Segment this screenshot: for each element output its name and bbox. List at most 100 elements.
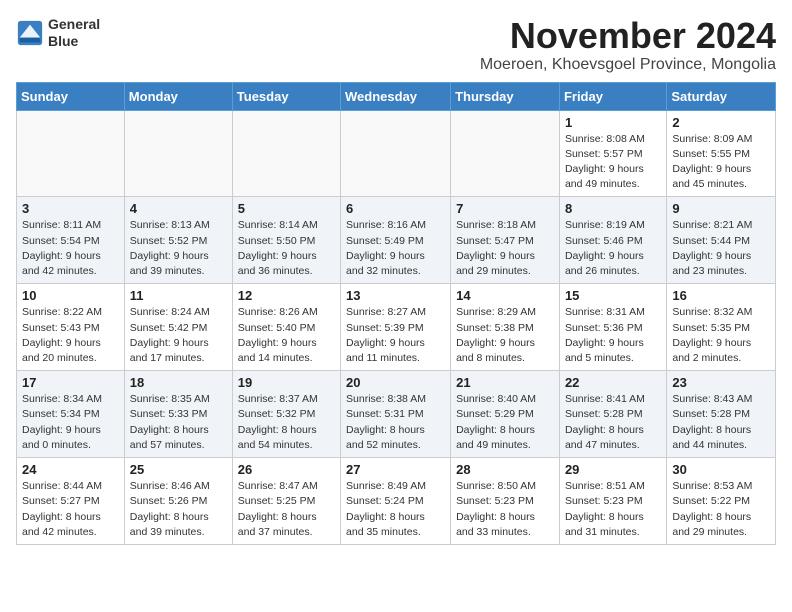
- day-number: 12: [238, 288, 335, 303]
- day-info: Sunrise: 8:14 AM Sunset: 5:50 PM Dayligh…: [238, 218, 335, 279]
- day-info: Sunrise: 8:13 AM Sunset: 5:52 PM Dayligh…: [130, 218, 227, 279]
- calendar-week-2: 10 Sunrise: 8:22 AM Sunset: 5:43 PM Dayli…: [17, 284, 776, 371]
- calendar-cell: [341, 110, 451, 197]
- calendar-week-0: 1 Sunrise: 8:08 AM Sunset: 5:57 PM Daylig…: [17, 110, 776, 197]
- day-info: Sunrise: 8:37 AM Sunset: 5:32 PM Dayligh…: [238, 392, 335, 453]
- calendar-cell: 10 Sunrise: 8:22 AM Sunset: 5:43 PM Dayli…: [17, 284, 125, 371]
- day-number: 2: [672, 115, 770, 130]
- day-info: Sunrise: 8:34 AM Sunset: 5:34 PM Dayligh…: [22, 392, 119, 453]
- day-info: Sunrise: 8:46 AM Sunset: 5:26 PM Dayligh…: [130, 479, 227, 540]
- day-number: 26: [238, 462, 335, 477]
- calendar-cell: 3Sunrise: 8:11 AM Sunset: 5:54 PM Daylig…: [17, 197, 125, 284]
- day-info: Sunrise: 8:29 AM Sunset: 5:38 PM Dayligh…: [456, 305, 554, 366]
- day-info: Sunrise: 8:32 AM Sunset: 5:35 PM Dayligh…: [672, 305, 770, 366]
- calendar-cell: 8 Sunrise: 8:19 AM Sunset: 5:46 PM Daylig…: [559, 197, 666, 284]
- day-number: 22: [565, 375, 661, 390]
- weekday-header-tuesday: Tuesday: [232, 82, 340, 110]
- month-title: November 2024: [480, 16, 776, 56]
- logo-icon: [16, 19, 44, 47]
- calendar-cell: 17 Sunrise: 8:34 AM Sunset: 5:34 PM Dayli…: [17, 371, 125, 458]
- calendar-cell: 11 Sunrise: 8:24 AM Sunset: 5:42 PM Dayli…: [124, 284, 232, 371]
- day-info: Sunrise: 8:44 AM Sunset: 5:27 PM Dayligh…: [22, 479, 119, 540]
- day-number: 5: [238, 201, 335, 216]
- day-number: 19: [238, 375, 335, 390]
- day-number: 15: [565, 288, 661, 303]
- day-number: 11: [130, 288, 227, 303]
- day-info: Sunrise: 8:08 AM Sunset: 5:57 PM Dayligh…: [565, 132, 661, 193]
- day-number: 3: [22, 201, 119, 216]
- day-info: Sunrise: 8:47 AM Sunset: 5:25 PM Dayligh…: [238, 479, 335, 540]
- day-number: 23: [672, 375, 770, 390]
- day-info: Sunrise: 8:50 AM Sunset: 5:23 PM Dayligh…: [456, 479, 554, 540]
- calendar-week-3: 17 Sunrise: 8:34 AM Sunset: 5:34 PM Dayli…: [17, 371, 776, 458]
- day-info: Sunrise: 8:26 AM Sunset: 5:40 PM Dayligh…: [238, 305, 335, 366]
- location-subtitle: Moeroen, Khoevsgoel Province, Mongolia: [480, 56, 776, 74]
- weekday-header-wednesday: Wednesday: [341, 82, 451, 110]
- day-number: 27: [346, 462, 445, 477]
- calendar-cell: 5 Sunrise: 8:14 AM Sunset: 5:50 PM Daylig…: [232, 197, 340, 284]
- day-number: 1: [565, 115, 661, 130]
- calendar-cell: [232, 110, 340, 197]
- calendar-cell: 7 Sunrise: 8:18 AM Sunset: 5:47 PM Daylig…: [451, 197, 560, 284]
- day-number: 10: [22, 288, 119, 303]
- day-number: 13: [346, 288, 445, 303]
- day-number: 4: [130, 201, 227, 216]
- day-number: 9: [672, 201, 770, 216]
- day-number: 29: [565, 462, 661, 477]
- calendar-cell: 20 Sunrise: 8:38 AM Sunset: 5:31 PM Dayli…: [341, 371, 451, 458]
- calendar-cell: 19 Sunrise: 8:37 AM Sunset: 5:32 PM Dayli…: [232, 371, 340, 458]
- calendar-cell: 24 Sunrise: 8:44 AM Sunset: 5:27 PM Dayli…: [17, 458, 125, 545]
- calendar-cell: 30 Sunrise: 8:53 AM Sunset: 5:22 PM Dayli…: [667, 458, 776, 545]
- calendar-cell: 21Sunrise: 8:40 AM Sunset: 5:29 PM Dayli…: [451, 371, 560, 458]
- calendar-cell: 28 Sunrise: 8:50 AM Sunset: 5:23 PM Dayli…: [451, 458, 560, 545]
- calendar-cell: 15 Sunrise: 8:31 AM Sunset: 5:36 PM Dayli…: [559, 284, 666, 371]
- day-info: Sunrise: 8:22 AM Sunset: 5:43 PM Dayligh…: [22, 305, 119, 366]
- calendar-cell: 16Sunrise: 8:32 AM Sunset: 5:35 PM Dayli…: [667, 284, 776, 371]
- weekday-header-saturday: Saturday: [667, 82, 776, 110]
- day-number: 30: [672, 462, 770, 477]
- calendar-week-4: 24 Sunrise: 8:44 AM Sunset: 5:27 PM Dayli…: [17, 458, 776, 545]
- day-info: Sunrise: 8:27 AM Sunset: 5:39 PM Dayligh…: [346, 305, 445, 366]
- calendar-cell: 9 Sunrise: 8:21 AM Sunset: 5:44 PM Daylig…: [667, 197, 776, 284]
- day-number: 8: [565, 201, 661, 216]
- calendar-cell: 4 Sunrise: 8:13 AM Sunset: 5:52 PM Daylig…: [124, 197, 232, 284]
- calendar-cell: 23Sunrise: 8:43 AM Sunset: 5:28 PM Dayli…: [667, 371, 776, 458]
- calendar-cell: 1 Sunrise: 8:08 AM Sunset: 5:57 PM Daylig…: [559, 110, 666, 197]
- day-info: Sunrise: 8:35 AM Sunset: 5:33 PM Dayligh…: [130, 392, 227, 453]
- day-info: Sunrise: 8:16 AM Sunset: 5:49 PM Dayligh…: [346, 218, 445, 279]
- day-info: Sunrise: 8:21 AM Sunset: 5:44 PM Dayligh…: [672, 218, 770, 279]
- calendar-cell: 13 Sunrise: 8:27 AM Sunset: 5:39 PM Dayli…: [341, 284, 451, 371]
- day-info: Sunrise: 8:38 AM Sunset: 5:31 PM Dayligh…: [346, 392, 445, 453]
- calendar-cell: 2 Sunrise: 8:09 AM Sunset: 5:55 PM Daylig…: [667, 110, 776, 197]
- day-number: 21: [456, 375, 554, 390]
- calendar-cell: 22 Sunrise: 8:41 AM Sunset: 5:28 PM Dayli…: [559, 371, 666, 458]
- calendar-cell: 26 Sunrise: 8:47 AM Sunset: 5:25 PM Dayli…: [232, 458, 340, 545]
- day-number: 24: [22, 462, 119, 477]
- weekday-header-sunday: Sunday: [17, 82, 125, 110]
- weekday-header-thursday: Thursday: [451, 82, 560, 110]
- day-info: Sunrise: 8:09 AM Sunset: 5:55 PM Dayligh…: [672, 132, 770, 193]
- calendar-cell: 27 Sunrise: 8:49 AM Sunset: 5:24 PM Dayli…: [341, 458, 451, 545]
- day-number: 25: [130, 462, 227, 477]
- day-info: Sunrise: 8:53 AM Sunset: 5:22 PM Dayligh…: [672, 479, 770, 540]
- calendar-cell: [17, 110, 125, 197]
- day-info: Sunrise: 8:49 AM Sunset: 5:24 PM Dayligh…: [346, 479, 445, 540]
- weekday-header-monday: Monday: [124, 82, 232, 110]
- calendar-cell: 18 Sunrise: 8:35 AM Sunset: 5:33 PM Dayli…: [124, 371, 232, 458]
- day-number: 28: [456, 462, 554, 477]
- day-info: Sunrise: 8:41 AM Sunset: 5:28 PM Dayligh…: [565, 392, 661, 453]
- day-info: Sunrise: 8:51 AM Sunset: 5:23 PM Dayligh…: [565, 479, 661, 540]
- day-info: Sunrise: 8:19 AM Sunset: 5:46 PM Dayligh…: [565, 218, 661, 279]
- day-info: Sunrise: 8:24 AM Sunset: 5:42 PM Dayligh…: [130, 305, 227, 366]
- calendar-cell: [451, 110, 560, 197]
- page-header: General Blue November 2024 Moeroen, Khoe…: [16, 16, 776, 74]
- day-info: Sunrise: 8:31 AM Sunset: 5:36 PM Dayligh…: [565, 305, 661, 366]
- calendar-week-1: 3Sunrise: 8:11 AM Sunset: 5:54 PM Daylig…: [17, 197, 776, 284]
- calendar-table: SundayMondayTuesdayWednesdayThursdayFrid…: [16, 82, 776, 545]
- day-number: 18: [130, 375, 227, 390]
- day-number: 7: [456, 201, 554, 216]
- calendar-cell: 25 Sunrise: 8:46 AM Sunset: 5:26 PM Dayli…: [124, 458, 232, 545]
- day-number: 20: [346, 375, 445, 390]
- day-number: 17: [22, 375, 119, 390]
- day-info: Sunrise: 8:18 AM Sunset: 5:47 PM Dayligh…: [456, 218, 554, 279]
